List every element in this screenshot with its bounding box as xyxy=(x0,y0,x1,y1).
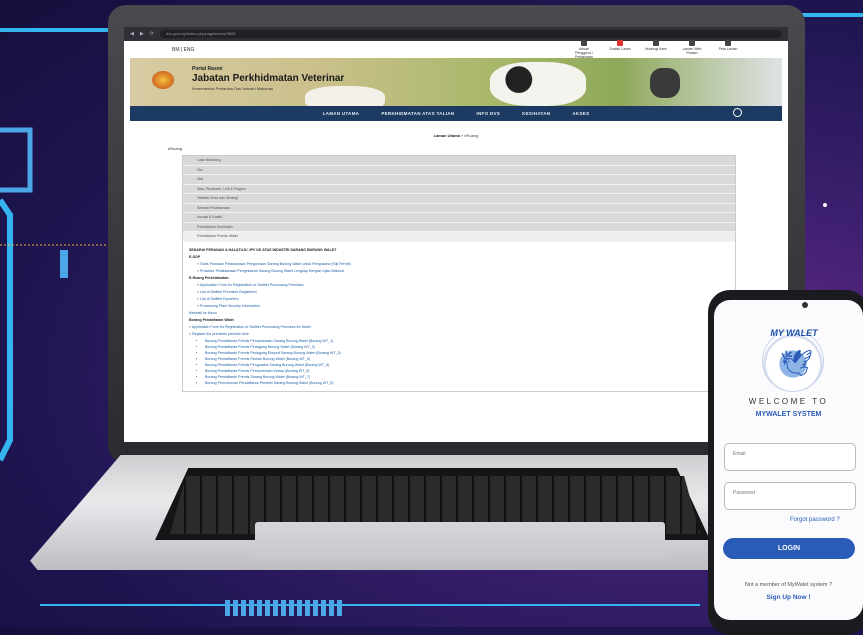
sop-link[interactable]: » Prosedur Pelaksanaan Pengeluaran Saran… xyxy=(189,269,729,273)
nav-item-info[interactable]: INFO DVS xyxy=(476,111,500,116)
url-bar[interactable]: dvs.gov.my/index.php/pages/view/3805 xyxy=(159,30,782,38)
eruang-link[interactable]: » Processing Plant Security Information xyxy=(189,304,729,308)
nav-item-health[interactable]: KESIHATAN xyxy=(522,111,550,116)
camera-icon xyxy=(802,302,808,308)
logo-text: MY WALET xyxy=(770,328,818,338)
faq-icon xyxy=(617,40,623,46)
form-link[interactable]: Borang Pendaftaran Premis Sarang Burung … xyxy=(205,375,729,379)
utility-link-links[interactable]: Laman Web Pautan xyxy=(680,40,704,59)
jata-logo xyxy=(152,71,174,89)
utility-link-contact[interactable]: Hubungi Kami xyxy=(644,40,668,59)
password-field[interactable]: Password xyxy=(724,482,856,510)
accordion-item[interactable]: Latar Belakang xyxy=(183,156,735,166)
forward-icon[interactable]: ▶ xyxy=(140,31,144,37)
language-switch[interactable]: BM | ENG xyxy=(172,47,194,53)
sitemap-icon xyxy=(725,40,731,46)
accordion-item[interactable]: Takrifan Khas dan Strategi xyxy=(183,194,735,204)
forgot-password-link[interactable]: Forgot password ? xyxy=(790,517,840,523)
form-link[interactable]: Borang Pendaftaran Premis Pengusaha Sara… xyxy=(205,363,729,367)
accordion: Latar Belakang Visi Misi Akta, Peraturan… xyxy=(182,155,736,392)
accordion-item[interactable]: Akta, Peraturan, Unit & Piagam xyxy=(183,184,735,194)
nav-item-access[interactable]: AKSES xyxy=(572,111,589,116)
esop-heading: E-SOP xyxy=(189,254,201,259)
form-link[interactable]: Borang Pendaftaran Premis Pemprosesan Sa… xyxy=(205,339,729,343)
eruang-link[interactable]: » List of Swiftlet Premises Registered xyxy=(189,290,729,294)
eruang-link[interactable]: » Application Form for Registration of S… xyxy=(189,283,729,287)
cow-image xyxy=(650,68,680,98)
accordion-item[interactable]: Visi xyxy=(183,165,735,175)
accordion-item-open[interactable]: Pendaftaran Premis Walet xyxy=(183,232,735,242)
form-link[interactable]: Borang Pendaftaran Premis Pemprosesan Ke… xyxy=(205,369,729,373)
email-field[interactable]: Email xyxy=(724,443,856,471)
page-title: eRuang xyxy=(168,146,183,151)
accordion-item[interactable]: Pendaftaran Kesihatan xyxy=(183,222,735,232)
accordion-item[interactable]: Inovasi & Kualiti xyxy=(183,213,735,223)
phone-icon xyxy=(653,40,659,46)
main-nav: LAMAN UTAMA PERKHIDMATAN ATAS TALIAN INF… xyxy=(130,106,782,121)
search-icon[interactable] xyxy=(733,108,742,117)
form-link[interactable]: Borang Pendaftaran Premis Pedagang Ekspo… xyxy=(205,351,729,355)
form-link[interactable]: Borang Pendaftaran Premis Rumah Burung W… xyxy=(205,357,729,361)
nav-item-online[interactable]: PERKHIDMATAN ATAS TALIAN xyxy=(381,111,454,116)
welcome-text: WELCOME TO xyxy=(748,397,829,406)
cow-image xyxy=(305,86,385,106)
accordion-body: SENARAI PERANAN & HALATUJU JPV KE ATAS I… xyxy=(183,242,735,391)
utility-links: Aduan Pengguna / Pertanyaan Soalan Lazim… xyxy=(572,40,740,59)
breadcrumb-home[interactable]: Laman Utama xyxy=(434,133,460,138)
note-link[interactable]: » Register the premises premise here xyxy=(189,332,729,336)
portal-label: Portal Rasmi xyxy=(192,66,223,72)
accordion-item[interactable]: Senarai Pelaksanaan xyxy=(183,203,735,213)
reload-icon[interactable]: ⟳ xyxy=(150,31,154,37)
back-icon[interactable]: ◀ xyxy=(130,31,134,37)
decor-bars xyxy=(225,600,342,616)
site-title: Jabatan Perkhidmatan Veterinar xyxy=(192,73,345,84)
bird-icon: 🕊 xyxy=(780,348,814,378)
site-banner: Portal Rasmi Jabatan Perkhidmatan Veteri… xyxy=(130,58,782,106)
accordion-item[interactable]: Misi xyxy=(183,175,735,185)
form-link[interactable]: Borang Permohonan Pendaftaran Pembeli Sa… xyxy=(205,381,729,385)
utility-link-aduan[interactable]: Aduan Pengguna / Pertanyaan xyxy=(572,40,596,59)
back-link[interactable]: Kembali ke Menu xyxy=(189,311,729,315)
page-content: Laman Utama » eRuang eRuang Latar Belaka… xyxy=(124,121,788,392)
system-name: MYWALET SYSTEM xyxy=(755,411,822,418)
site-subtitle: Kementerian Pertanian Dan Industri Makan… xyxy=(192,86,274,91)
breadcrumb: Laman Utama » eRuang xyxy=(168,133,744,138)
form-link[interactable]: Borang Pendaftaran Premis Pedagang Burun… xyxy=(205,345,729,349)
breadcrumb-current: » eRuang xyxy=(461,133,479,138)
utility-link-sitemap[interactable]: Peta Laman xyxy=(716,40,740,59)
eruang-heading: E-Ruang Perkhidmatan xyxy=(189,275,229,280)
eruang-link[interactable]: » List of Swiftlet Exporters xyxy=(189,297,729,301)
body-title: SENARAI PERANAN & HALATUJU JPV KE ATAS I… xyxy=(189,247,337,252)
laptop-screen: ◀ ▶ ⟳ dvs.gov.my/index.php/pages/view/38… xyxy=(124,27,788,442)
borang-heading: Borang Pendaftaran Walet xyxy=(189,317,234,322)
cow-image xyxy=(490,62,586,106)
link-icon xyxy=(689,40,695,46)
laptop-trackpad xyxy=(255,522,665,560)
feedback-icon xyxy=(581,40,587,46)
sop-link[interactable]: » Garis Panduan Pelaksanaan Pengurusan S… xyxy=(189,262,729,266)
not-member-text: Not a member of MyWalet system ? xyxy=(744,582,833,588)
signup-link[interactable]: Sign Up Now ! xyxy=(714,594,863,601)
utility-link-faq[interactable]: Soalan Lazim xyxy=(608,40,632,59)
login-button[interactable]: LOGIN xyxy=(723,538,855,559)
browser-bar: ◀ ▶ ⟳ dvs.gov.my/index.php/pages/view/38… xyxy=(124,27,788,41)
top-utility-bar: BM | ENG Aduan Pengguna / Pertanyaan Soa… xyxy=(124,40,788,59)
form-list: Borang Pendaftaran Premis Pemprosesan Sa… xyxy=(189,339,729,385)
note-link[interactable]: » Application Form for Registration of S… xyxy=(189,325,729,329)
nav-item-home[interactable]: LAMAN UTAMA xyxy=(323,111,360,116)
